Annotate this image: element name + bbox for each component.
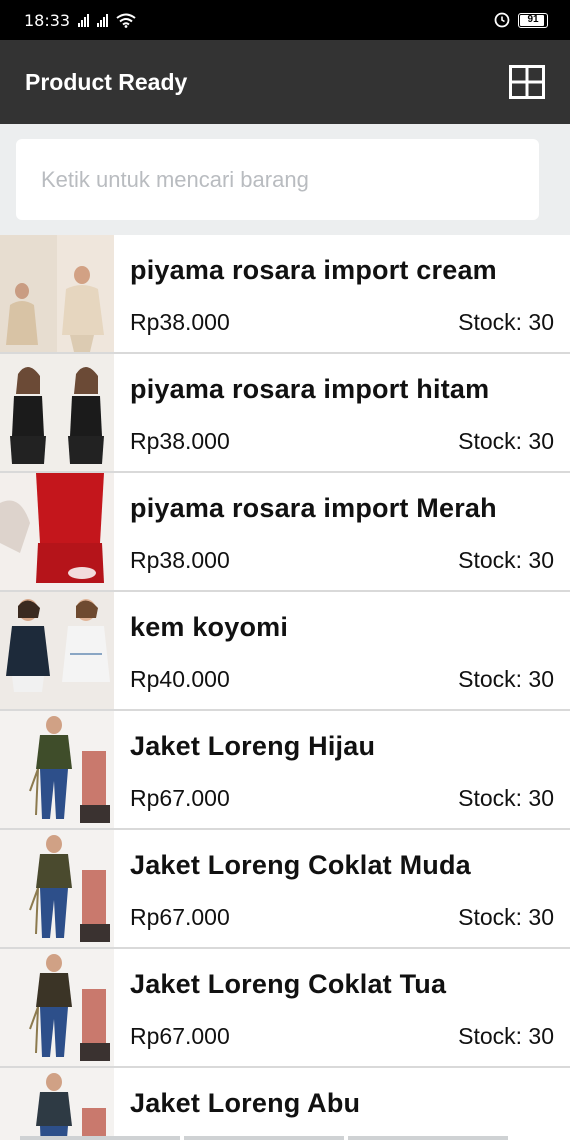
battery-icon: 91 [518, 12, 548, 28]
search-box [16, 139, 539, 220]
product-image [0, 949, 114, 1066]
battery-level: 91 [527, 13, 539, 25]
product-name: Jaket Loreng Hijau [130, 731, 376, 761]
wifi-icon [116, 13, 136, 28]
grid-view-icon [509, 65, 545, 99]
search-input[interactable] [41, 166, 514, 193]
product-price: Rp67.000 [130, 904, 230, 930]
status-time: 18:33 [24, 10, 71, 30]
product-price: Rp38.000 [130, 547, 230, 573]
product-name: Jaket Loreng Coklat Tua [130, 969, 447, 999]
product-stock: Stock: 30 [458, 309, 554, 335]
product-stock: Stock: 30 [458, 1023, 554, 1049]
product-image [0, 235, 114, 352]
product-list[interactable]: piyama rosara import cream Rp38.000 Stoc… [0, 235, 570, 1140]
list-item[interactable]: Jaket Loreng Coklat Muda Rp67.000 Stock:… [0, 830, 570, 949]
list-item[interactable]: kem koyomi Rp40.000 Stock: 30 [0, 592, 570, 711]
product-stock: Stock: 30 [458, 547, 554, 573]
product-image [0, 711, 114, 828]
product-name: Jaket Loreng Coklat Muda [130, 850, 471, 880]
product-name: piyama rosara import hitam [130, 374, 490, 404]
product-name: kem koyomi [130, 612, 289, 642]
list-item[interactable]: Jaket Loreng Coklat Tua Rp67.000 Stock: … [0, 949, 570, 1068]
product-image [0, 1068, 114, 1140]
scroll-indicator [0, 1136, 570, 1140]
product-image [0, 473, 114, 590]
product-price: Rp38.000 [130, 309, 230, 335]
product-price: Rp38.000 [130, 428, 230, 454]
app-bar: Product Ready [0, 40, 570, 124]
product-stock: Stock: 30 [458, 785, 554, 811]
product-stock: Stock: 30 [458, 904, 554, 930]
list-item[interactable]: piyama rosara import hitam Rp38.000 Stoc… [0, 354, 570, 473]
list-item[interactable]: piyama rosara import cream Rp38.000 Stoc… [0, 235, 570, 354]
grid-view-button[interactable] [509, 64, 545, 100]
list-item[interactable]: piyama rosara import Merah Rp38.000 Stoc… [0, 473, 570, 592]
product-price: Rp40.000 [130, 666, 230, 692]
product-stock: Stock: 30 [458, 428, 554, 454]
product-image [0, 592, 114, 709]
signal-icon [78, 13, 90, 27]
list-item[interactable]: Jaket Loreng Abu [0, 1068, 570, 1140]
page-title: Product Ready [25, 68, 188, 95]
product-image [0, 830, 114, 947]
product-price: Rp67.000 [130, 1023, 230, 1049]
product-name: piyama rosara import cream [130, 255, 497, 285]
alarm-icon [494, 12, 510, 28]
product-price: Rp67.000 [130, 785, 230, 811]
product-image [0, 354, 114, 471]
product-name: Jaket Loreng Abu [130, 1088, 361, 1118]
status-bar: 18:33 91 [0, 0, 570, 40]
product-name: piyama rosara import Merah [130, 493, 497, 523]
signal-icon [97, 13, 109, 27]
list-item[interactable]: Jaket Loreng Hijau Rp67.000 Stock: 30 [0, 711, 570, 830]
product-stock: Stock: 30 [458, 666, 554, 692]
